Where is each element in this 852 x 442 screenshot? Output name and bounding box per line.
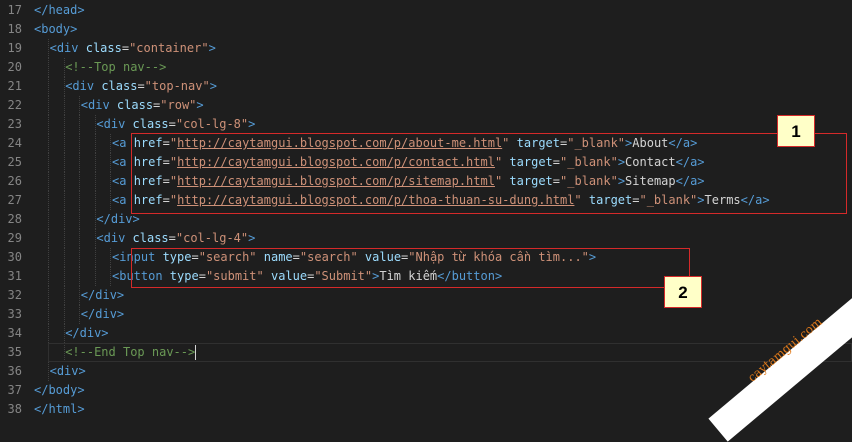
line-number: 38 — [7, 402, 22, 416]
line-number: 36 — [7, 364, 22, 378]
code-line[interactable]: 36 <div> — [0, 362, 852, 381]
line-number: 37 — [7, 383, 22, 397]
line-number: 20 — [7, 60, 22, 74]
line-number: 27 — [7, 193, 22, 207]
code-token: <div — [49, 41, 86, 55]
code-token: "top-nav" — [144, 79, 210, 93]
code-text[interactable]: </div> — [65, 324, 108, 343]
code-token: class — [85, 41, 122, 55]
code-token: > — [196, 98, 204, 112]
code-editor[interactable]: 17 </head> 18 <body> 19 <div class="container… — [0, 0, 852, 442]
line-number: 17 — [7, 3, 22, 17]
code-token: </div> — [96, 212, 140, 226]
code-token: <div — [80, 98, 117, 112]
annotation-badge-2: 2 — [664, 276, 702, 308]
line-number: 25 — [7, 155, 22, 169]
line-number: 33 — [7, 307, 22, 321]
code-text[interactable]: <!--End Top nav--> — [65, 343, 197, 362]
code-token: </div> — [80, 288, 125, 302]
line-number: 28 — [7, 212, 22, 226]
code-text[interactable]: </div> — [81, 305, 124, 324]
code-line[interactable]: 34 </div> — [0, 324, 852, 343]
line-number: 34 — [7, 326, 22, 340]
code-line[interactable]: 17 </head> — [0, 1, 852, 20]
line-number: 32 — [7, 288, 22, 302]
code-token: = — [168, 231, 176, 245]
code-token: <div — [65, 79, 102, 93]
code-token: "row" — [160, 98, 197, 112]
code-token: "container" — [129, 41, 209, 55]
code-text[interactable]: <div class="col-lg-8"> — [96, 115, 255, 134]
code-line[interactable]: 32 </div> — [0, 286, 852, 305]
line-number: 31 — [7, 269, 22, 283]
line-number: 29 — [7, 231, 22, 245]
line-number: 30 — [7, 250, 22, 264]
code-token: > — [248, 117, 256, 131]
code-token: class — [132, 231, 169, 245]
code-text[interactable]: <div> — [50, 362, 86, 381]
code-line[interactable]: 35 <!--End Top nav--> — [0, 343, 852, 362]
code-line[interactable]: 37 </body> — [0, 381, 852, 400]
code-token: > — [248, 231, 256, 245]
code-line[interactable]: 18 <body> — [0, 20, 852, 39]
code-token: </html> — [34, 402, 85, 416]
code-token: <!--Top nav--> — [65, 60, 167, 74]
code-line[interactable]: 22 <div class="row"> — [0, 96, 852, 115]
text-cursor — [195, 345, 197, 360]
code-token: class — [116, 98, 154, 112]
code-token: <!--End Top nav--> — [65, 345, 196, 359]
code-text[interactable]: <!--Top nav--> — [65, 58, 166, 77]
code-text[interactable]: <div class="row"> — [81, 96, 204, 115]
code-token: > — [208, 41, 216, 55]
annotation-badge-1: 1 — [777, 115, 815, 147]
code-line[interactable]: 23 <div class="col-lg-8"> — [0, 115, 852, 134]
code-token: <body> — [34, 22, 78, 36]
code-token: <div — [96, 231, 133, 245]
code-line[interactable]: 21 <div class="top-nav"> — [0, 77, 852, 96]
line-number: 35 — [7, 345, 22, 359]
line-number: 24 — [7, 136, 22, 150]
code-token: class — [132, 117, 169, 131]
code-token: <div — [96, 117, 133, 131]
code-text[interactable]: <body> — [34, 20, 77, 39]
code-line[interactable]: 29 <div class="col-lg-4"> — [0, 229, 852, 248]
code-line[interactable]: 33 </div> — [0, 305, 852, 324]
code-text[interactable]: </html> — [34, 400, 85, 419]
code-text[interactable]: </head> — [34, 1, 85, 20]
line-number: 23 — [7, 117, 22, 131]
code-token: </body> — [34, 383, 85, 397]
line-number: 19 — [7, 41, 22, 55]
code-token: <div> — [49, 364, 86, 378]
code-text[interactable]: </div> — [81, 286, 124, 305]
code-text[interactable]: <div class="container"> — [50, 39, 216, 58]
code-token: "col-lg-8" — [175, 117, 249, 131]
code-token: = — [137, 79, 145, 93]
code-token: </head> — [34, 3, 85, 17]
code-token: > — [209, 79, 217, 93]
line-number: 26 — [7, 174, 22, 188]
code-token: </div> — [65, 326, 109, 340]
code-text[interactable]: </body> — [34, 381, 85, 400]
code-token: class — [101, 79, 138, 93]
code-text[interactable]: <div class="top-nav"> — [65, 77, 217, 96]
code-line[interactable]: 19 <div class="container"> — [0, 39, 852, 58]
line-number: 18 — [7, 22, 22, 36]
code-token: </div> — [80, 307, 125, 321]
code-token: = — [121, 41, 130, 55]
code-line[interactable]: 20 <!--Top nav--> — [0, 58, 852, 77]
line-number: 21 — [7, 79, 22, 93]
code-text[interactable]: <div class="col-lg-4"> — [96, 229, 255, 248]
line-number: 22 — [7, 98, 22, 112]
highlight-box-links — [131, 133, 847, 214]
code-token: = — [168, 117, 176, 131]
code-token: "col-lg-4" — [175, 231, 249, 245]
highlight-box-search — [131, 248, 690, 288]
